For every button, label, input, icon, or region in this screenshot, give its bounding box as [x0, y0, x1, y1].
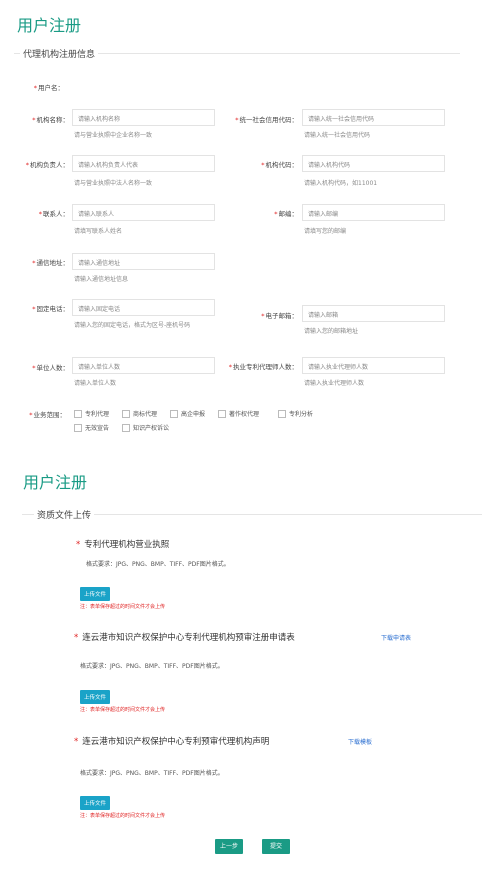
upload-declaration-title: * 连云港市知识产权保护中心专利预审代理机构声明 — [74, 737, 270, 747]
agent-count-input[interactable]: 请输入执业代理师人数 — [302, 357, 445, 374]
scope-option-litigation[interactable]: 知识产权诉讼 — [122, 423, 169, 432]
section-title: 代理机构注册信息 — [20, 47, 99, 60]
staff-count-label: *单位人数： — [32, 364, 69, 372]
contact-hint: 请填写联系人姓名 — [74, 228, 123, 235]
email-input[interactable]: 请输入邮箱 — [302, 305, 445, 322]
contact-label: *联系人： — [38, 210, 69, 218]
phone-hint: 请输入您的固定电话，格式为区号-座机号码 — [74, 322, 191, 329]
legal-rep-hint: 请与营业执照中法人名称一致 — [74, 180, 153, 187]
upload-note: 注：表单保存超过的时间文件才会上传 — [80, 813, 166, 819]
username-label: *用户名： — [33, 84, 64, 92]
scope-option-trademark[interactable]: 商标代理 — [122, 409, 157, 418]
upload-format-hint: 格式要求：JPG、PNG、BMP、TIFF、PDF图片格式。 — [86, 561, 230, 568]
postcode-input[interactable]: 请输入邮编 — [302, 204, 445, 221]
section-title-upload: 资质文件上传 — [34, 508, 95, 521]
upload-application-form-title: * 连云港市知识产权保护中心专利代理机构预审注册申请表 — [74, 633, 295, 643]
checkbox-icon — [170, 409, 178, 418]
org-name-label: *机构名称： — [32, 116, 69, 124]
page-title-upload: 用户注册 — [23, 473, 88, 492]
download-template-link[interactable]: 下载模板 — [348, 737, 372, 746]
email-label: *电子邮箱： — [261, 312, 298, 320]
scope-option-invalidation[interactable]: 无效宣告 — [74, 423, 109, 432]
checkbox-icon — [218, 409, 226, 418]
postcode-hint: 请填写您的邮编 — [304, 228, 347, 235]
download-application-form-link[interactable]: 下载申请表 — [381, 633, 411, 642]
scope-option-patent[interactable]: 专利代理 — [74, 409, 109, 418]
upload-note: 注：表单保存超过的时间文件才会上传 — [80, 604, 166, 610]
staff-count-hint: 请输入单位人数 — [74, 380, 117, 387]
org-name-hint: 请与营业执照中企业名称一致 — [74, 132, 153, 139]
phone-label: *固定电话： — [32, 305, 69, 313]
org-code-input[interactable]: 请输入机构代码 — [302, 155, 445, 172]
address-input[interactable]: 请输入通信地址 — [72, 253, 215, 270]
checkbox-icon — [122, 409, 130, 418]
scope-label: *业务范围： — [29, 411, 66, 419]
agent-count-label: *执业专利代理师人数： — [228, 363, 298, 371]
phone-input[interactable]: 请输入固定电话 — [72, 299, 215, 316]
staff-count-input[interactable]: 请输入单位人数 — [72, 357, 215, 374]
checkbox-icon — [74, 423, 82, 432]
credit-code-hint: 请输入统一社会信用代码 — [304, 132, 371, 139]
submit-button[interactable]: 提交 — [262, 839, 290, 854]
upload-format-hint: 格式要求：JPG、PNG、BMP、TIFF、PDF图片格式。 — [80, 770, 224, 777]
contact-input[interactable]: 请输入联系人 — [72, 204, 215, 221]
legal-rep-label: *机构负责人： — [25, 161, 69, 169]
agent-count-hint: 请输入执业代理师人数 — [304, 380, 365, 387]
email-hint: 请输入您的邮箱地址 — [304, 328, 359, 335]
upload-application-form-button[interactable]: 上传文件 — [80, 690, 111, 704]
credit-code-input[interactable]: 请输入统一社会信用代码 — [302, 109, 445, 126]
prev-step-button[interactable]: 上一步 — [215, 839, 243, 854]
scope-option-analysis[interactable]: 专利分析 — [278, 409, 313, 418]
postcode-label: *邮编： — [274, 210, 298, 218]
org-name-input[interactable]: 请输入机构名称 — [72, 109, 215, 126]
upload-business-license-title: * 专利代理机构营业执照 — [76, 540, 170, 550]
checkbox-icon — [278, 409, 286, 418]
org-code-label: *机构代码： — [261, 161, 298, 169]
upload-note: 注：表单保存超过的时间文件才会上传 — [80, 707, 166, 713]
upload-business-license-button[interactable]: 上传文件 — [80, 587, 111, 601]
checkbox-icon — [122, 423, 130, 432]
scope-option-hightech[interactable]: 高企申报 — [170, 409, 205, 418]
page-title: 用户注册 — [17, 16, 82, 35]
legal-rep-input[interactable]: 请输入机构负责人代表 — [72, 155, 215, 172]
credit-code-label: *统一社会信用代码： — [235, 116, 298, 124]
address-label: *通信地址： — [32, 259, 69, 267]
checkbox-icon — [74, 409, 82, 418]
org-code-hint: 请输入机构代码，如11001 — [304, 180, 378, 187]
upload-format-hint: 格式要求：JPG、PNG、BMP、TIFF、PDF图片格式。 — [80, 663, 224, 670]
address-hint: 请输入通信地址信息 — [74, 276, 129, 283]
scope-option-copyright[interactable]: 著作权代理 — [218, 409, 259, 418]
upload-declaration-button[interactable]: 上传文件 — [80, 796, 111, 810]
